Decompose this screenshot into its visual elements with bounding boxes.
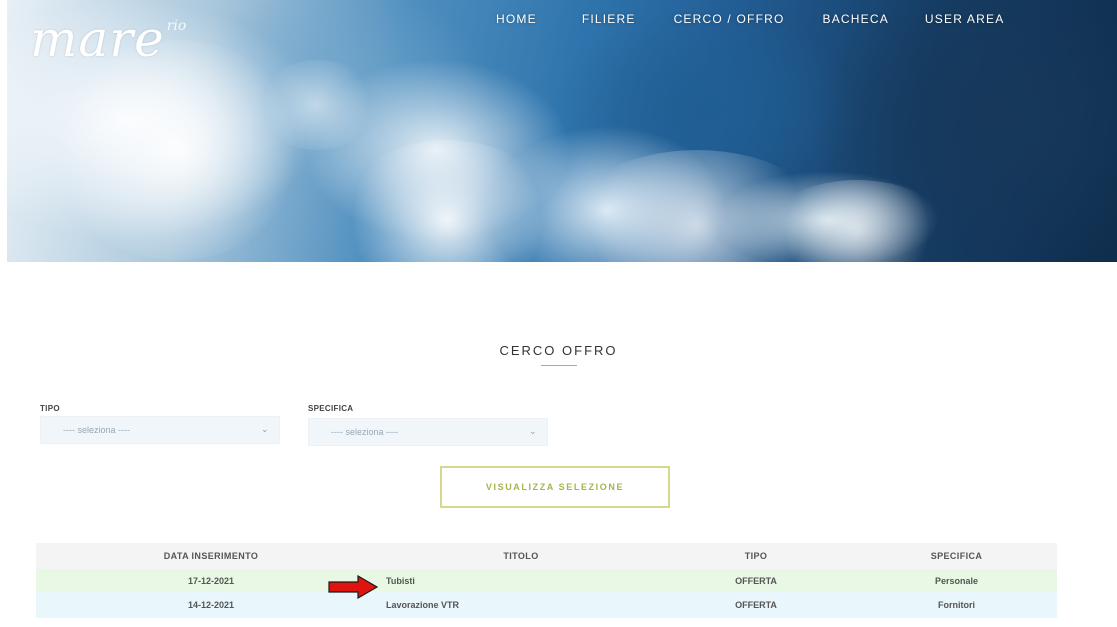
site-logo[interactable]: mare rio <box>30 6 186 64</box>
hero-foam <box>337 140 557 262</box>
table-header-row: DATA INSERIMENTO TITOLO TIPO SPECIFICA <box>36 543 1057 569</box>
chevron-down-icon: ⌄ <box>529 426 537 436</box>
main-nav: HOME FILIERE CERCO / OFFRO BACHECA USER … <box>496 12 1004 26</box>
col-header-tipo: TIPO <box>744 551 768 561</box>
col-header-data: DATA INSERIMENTO <box>163 551 259 561</box>
hero-foam <box>47 40 307 260</box>
nav-filiere[interactable]: FILIERE <box>582 12 636 26</box>
cell-titolo[interactable]: Tubisti <box>386 576 656 586</box>
cell-data: 14-12-2021 <box>187 600 235 610</box>
tipo-select[interactable]: ---- seleziona ---- ⌄ <box>40 416 280 444</box>
nav-user-area[interactable]: USER AREA <box>925 12 1005 26</box>
specifica-label: SPECIFICA <box>308 404 354 413</box>
view-selection-button[interactable]: VISUALIZZA SELEZIONE <box>440 466 670 508</box>
nav-home[interactable]: HOME <box>496 12 537 26</box>
cell-specifica: Personale <box>934 575 979 586</box>
nav-cerco-offro[interactable]: CERCO / OFFRO <box>674 12 785 26</box>
cell-specifica: Fornitori <box>938 600 975 610</box>
title-underline <box>541 365 577 366</box>
cell-titolo[interactable]: Lavorazione VTR <box>386 600 656 610</box>
specifica-select-value: ---- seleziona ---- <box>331 427 399 437</box>
nav-bacheca[interactable]: BACHECA <box>823 12 889 26</box>
logo-text: mare <box>30 10 165 68</box>
hero-foam <box>257 60 377 150</box>
cell-tipo: OFFERTA <box>735 575 777 586</box>
page-title: CERCO OFFRO <box>499 343 618 358</box>
table-row[interactable]: 14-12-2021 Lavorazione VTR OFFERTA Forni… <box>36 592 1057 618</box>
tipo-select-value: ---- seleziona ---- <box>63 425 131 435</box>
tipo-label: TIPO <box>40 404 60 413</box>
table-row[interactable]: 17-12-2021 Tubisti OFFERTA Personale <box>36 569 1057 592</box>
specifica-select[interactable]: ---- seleziona ---- ⌄ <box>308 418 548 446</box>
logo-superscript: rio <box>166 18 187 34</box>
red-arrow-icon <box>328 575 378 599</box>
cell-tipo: OFFERTA <box>735 600 777 610</box>
chevron-down-icon: ⌄ <box>261 424 269 434</box>
results-table: DATA INSERIMENTO TITOLO TIPO SPECIFICA 1… <box>36 543 1057 618</box>
col-header-titolo: TITOLO <box>503 551 539 561</box>
col-header-specifica: SPECIFICA <box>930 551 983 561</box>
